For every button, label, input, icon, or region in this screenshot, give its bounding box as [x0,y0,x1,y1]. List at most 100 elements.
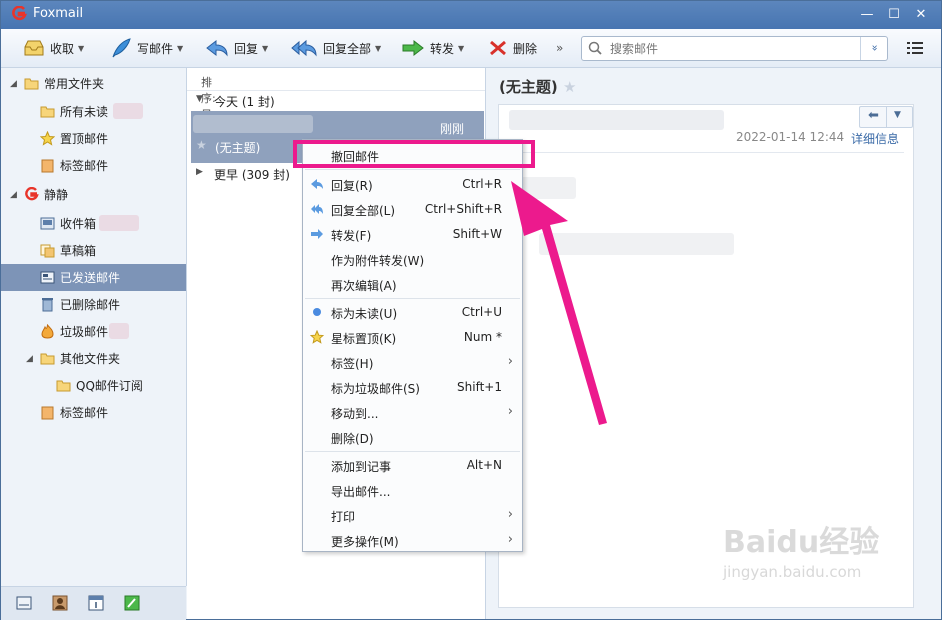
minimize-button[interactable]: — [856,5,878,25]
chevron-down-icon[interactable]: ▼ [894,110,901,120]
menu-item-delete[interactable]: 删除(D) [303,425,522,450]
menu-separator [305,169,520,170]
reply-arrow-icon[interactable]: ⬅ [868,108,879,123]
title-bar: Foxmail — ☐ ✕ [1,1,941,29]
sidebar-item-label: 已删除邮件 [60,298,121,312]
sidebar-item-tagged[interactable]: 标签邮件 [1,152,186,179]
reply-all-button[interactable]: 回复全部 ▼ [290,29,381,67]
menu-item-edit-again[interactable]: 再次编辑(A) [303,272,522,297]
expand-triangle-icon[interactable]: ◢ [10,190,17,200]
menu-item-mark-junk[interactable]: 标为垃圾邮件(S) Shift+1 [303,375,522,400]
sidebar-item-qq-subscription[interactable]: QQ邮件订阅 [1,372,186,399]
menu-separator [305,298,520,299]
chevron-down-icon[interactable]: ▼ [458,44,464,53]
menu-item-star-pin[interactable]: 星标置顶(K) Num * [303,325,522,350]
search-options-button[interactable]: » [860,37,887,60]
mail-view-icon[interactable] [16,595,32,611]
star-icon[interactable]: ★ [563,78,576,96]
mail-subject: (无主题) [215,141,261,155]
menu-item-more-actions[interactable]: 更多操作(M) › [303,528,522,553]
mail-time: 刚刚 [439,122,464,136]
receive-button[interactable]: 收取 ▼ [23,29,84,67]
sidebar-item-label: 常用文件夹 [44,77,105,91]
expand-triangle-icon[interactable]: ▼ [196,94,203,104]
tag-book-icon [41,406,54,419]
sidebar-group-common[interactable]: ◢ 常用文件夹 [1,70,186,97]
group-label: 更早 (309 封) [214,168,290,182]
folder-icon [24,78,39,90]
compose-button[interactable]: 写邮件 ▼ [110,29,183,67]
menu-item-forward-as-attachment[interactable]: 作为附件转发(W) [303,247,522,272]
chevron-right-icon: › [507,507,513,522]
search-input[interactable] [608,39,852,59]
sort-bar[interactable]: 排序:日期 ⌄ [187,68,485,137]
sidebar-item-inbox[interactable]: 收件箱 [1,210,186,237]
drafts-icon [40,244,55,257]
toolbar-overflow-button[interactable]: » [556,29,563,67]
sidebar-item-drafts[interactable]: 草稿箱 [1,237,186,264]
contacts-icon[interactable] [52,595,68,611]
account-name: 静静 [44,188,69,202]
sidebar-item-sent[interactable]: 已发送邮件 [1,264,186,291]
sidebar-item-pinned[interactable]: 置顶邮件 [1,125,186,152]
forward-label: 转发 [430,41,455,56]
menu-item-export[interactable]: 导出邮件... [303,478,522,503]
menu-item-print[interactable]: 打印 › [303,503,522,528]
sidebar-item-other-folders[interactable]: ◢ 其他文件夹 [1,345,186,372]
expand-triangle-icon[interactable]: ◢ [10,79,17,89]
star-icon [310,330,324,344]
highlight-box [293,140,535,168]
foxmail-logo-icon [12,6,27,21]
group-header-today[interactable]: ▼ 今天 (1 封) [187,90,485,112]
menu-item-add-to-notes[interactable]: 添加到记事 Alt+N [303,453,522,478]
forward-button[interactable]: 转发 ▼ [401,29,464,67]
unread-dot-icon [313,308,321,316]
menu-item-tags[interactable]: 标签(H) › [303,350,522,375]
context-menu: 撤回邮件 回复(R) Ctrl+R 回复全部(L) Ctrl+Shift+R 转发(… [302,139,523,552]
star-icon[interactable]: ★ [196,138,207,152]
hamburger-menu-icon[interactable] [907,41,923,55]
chevron-down-icon[interactable]: ▼ [262,44,268,53]
sidebar-item-label: 其他文件夹 [60,352,121,366]
watermark-brand: Baidu经验 [723,525,880,560]
sidebar-item-label: 草稿箱 [60,244,97,258]
sidebar-item-tagged-2[interactable]: 标签邮件 [1,399,186,426]
menu-item-mark-unread[interactable]: 标为未读(U) Ctrl+U [303,300,522,325]
reply-arrow-icon [206,39,228,57]
expand-triangle-icon[interactable]: ▶ [196,167,203,177]
sidebar-item-junk[interactable]: 垃圾邮件 [1,318,186,345]
foxmail-window: Foxmail — ☐ ✕ 收取 ▼ 写邮件 ▼ 回复 ▼ 回复全部 ▼ 转发 [0,0,942,620]
compose-label: 写邮件 [137,41,174,56]
close-button[interactable]: ✕ [910,5,932,25]
sidebar-account[interactable]: ◢ 静静 [1,181,186,208]
chevron-down-icon[interactable]: ▼ [78,44,84,53]
chevron-down-icon[interactable]: ▼ [177,44,183,53]
details-link[interactable]: 详细信息 [851,130,899,147]
reply-label: 回复 [234,41,259,56]
calendar-icon[interactable] [88,595,104,611]
divider [886,107,887,127]
trash-can-icon [42,298,53,312]
menu-item-reply[interactable]: 回复(R) Ctrl+R [303,172,522,197]
chevron-down-icon[interactable]: ▼ [375,44,381,53]
receive-label: 收取 [50,41,75,56]
search-box: » [581,36,888,61]
notes-icon[interactable] [124,595,140,611]
chevron-right-icon: › [507,532,513,547]
sidebar-item-all-unread[interactable]: 所有未读 [1,98,186,125]
app-title: Foxmail [33,6,84,21]
expand-triangle-icon[interactable]: ◢ [26,354,33,364]
quick-reply-group: ⬅ ▼ [859,106,913,128]
menu-item-move-to[interactable]: 移动到... › [303,400,522,425]
divider [509,152,904,153]
maximize-button[interactable]: ☐ [883,5,905,25]
menu-item-reply-all[interactable]: 回复全部(L) Ctrl+Shift+R [303,197,522,222]
reply-button[interactable]: 回复 ▼ [205,29,268,67]
menu-item-forward[interactable]: 转发(F) Shift+W [303,222,522,247]
sidebar-item-label: 收件箱 [60,217,97,231]
delete-button[interactable]: 删除 [488,29,537,67]
sidebar-item-deleted[interactable]: 已删除邮件 [1,291,186,318]
chevron-down-icon: ⌄ [201,74,209,84]
double-chevron-down-icon: » [867,44,881,52]
watermark: Baidu经验 jingyan.baidu.com [723,517,879,581]
